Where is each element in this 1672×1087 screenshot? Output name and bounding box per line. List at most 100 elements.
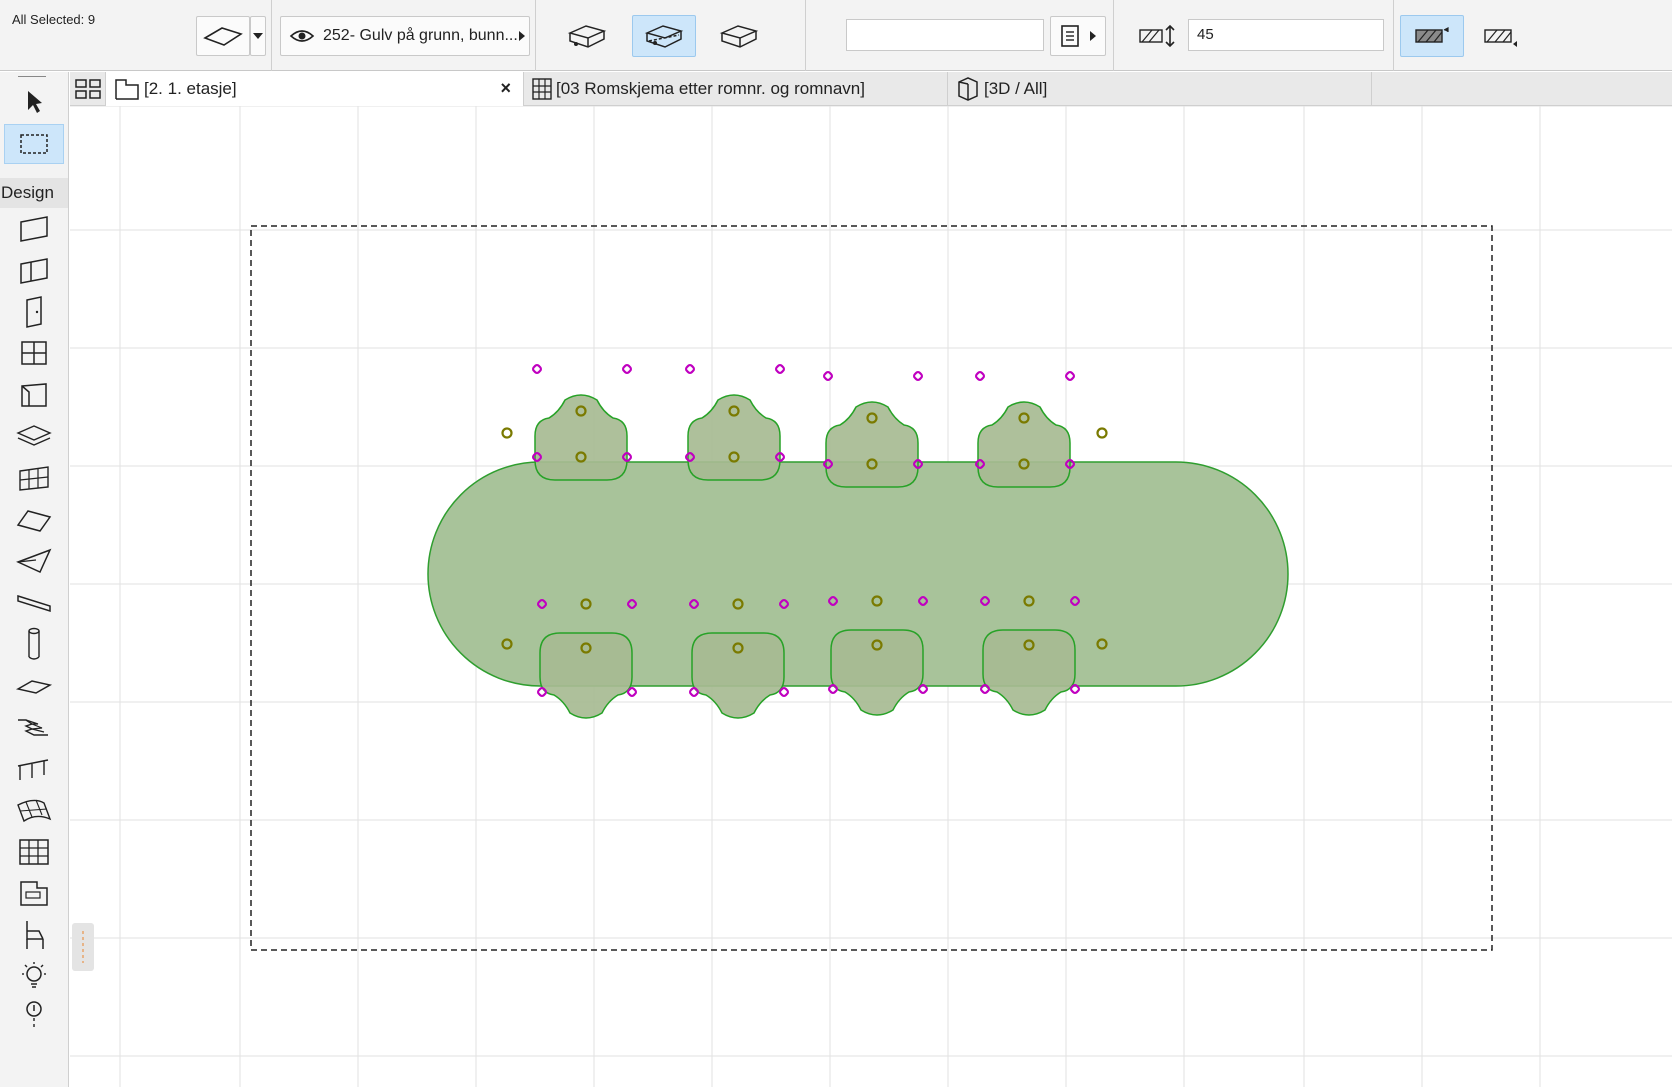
surface-hatch-icon bbox=[1415, 27, 1449, 43]
tab-overview-button[interactable] bbox=[70, 72, 106, 106]
geometry-option-3[interactable] bbox=[712, 16, 766, 56]
bounding-hotspot[interactable] bbox=[531, 363, 543, 375]
window-icon bbox=[21, 341, 47, 365]
close-icon[interactable]: × bbox=[500, 78, 511, 99]
text-section bbox=[806, 0, 1114, 71]
hotspot-node[interactable] bbox=[1096, 427, 1108, 439]
grid-icon bbox=[19, 839, 49, 865]
slab-tool[interactable] bbox=[4, 416, 64, 456]
bounding-hotspot[interactable] bbox=[684, 363, 696, 375]
tab-floor-plan[interactable]: [2. 1. etasje] × bbox=[106, 72, 524, 106]
mesh-tool[interactable] bbox=[4, 790, 64, 830]
door-icon bbox=[26, 296, 42, 328]
skylight-icon bbox=[21, 383, 47, 407]
geometry-option-2[interactable] bbox=[632, 15, 696, 57]
zone-tool[interactable] bbox=[4, 873, 64, 913]
stair-tool[interactable] bbox=[4, 707, 64, 747]
chair-icon bbox=[26, 921, 44, 949]
column-tool[interactable] bbox=[4, 624, 64, 664]
design-section-label[interactable]: Design bbox=[0, 178, 68, 208]
zone-icon bbox=[20, 881, 48, 906]
roof-tool[interactable] bbox=[4, 500, 64, 540]
bounding-hotspot[interactable] bbox=[774, 363, 786, 375]
stair-icon bbox=[18, 719, 48, 736]
railing-tool[interactable] bbox=[4, 749, 64, 789]
tab-label: [2. 1. etasje] bbox=[144, 79, 237, 98]
bounding-hotspot[interactable] bbox=[912, 370, 924, 382]
floor-plan-icon bbox=[114, 77, 140, 101]
curtain-wall-icon bbox=[19, 466, 49, 491]
mesh-icon bbox=[17, 799, 52, 823]
chair[interactable] bbox=[691, 632, 785, 719]
window-tool[interactable] bbox=[4, 333, 64, 373]
slab-icon bbox=[203, 27, 243, 46]
tab-schedule[interactable]: [03 Romskjema etter romnr. og romnavn] bbox=[524, 72, 948, 106]
bounding-hotspot[interactable] bbox=[822, 370, 834, 382]
hotspot-node[interactable] bbox=[501, 427, 513, 439]
thickness-input[interactable]: 45 bbox=[1188, 19, 1384, 51]
toolbox: Design bbox=[0, 72, 69, 1087]
floor-plan-canvas[interactable] bbox=[70, 106, 1672, 1087]
surface-hatch-button[interactable] bbox=[1400, 15, 1464, 57]
curtain-panel-icon bbox=[20, 258, 48, 284]
chair[interactable] bbox=[687, 394, 781, 481]
grid-element-tool[interactable] bbox=[4, 832, 64, 872]
lamp-tool[interactable] bbox=[4, 956, 64, 996]
curtain-panel-tool[interactable] bbox=[4, 251, 64, 291]
bounding-hotspot[interactable] bbox=[974, 370, 986, 382]
curtain-wall-tool[interactable] bbox=[4, 458, 64, 498]
thickness-icon bbox=[1139, 24, 1175, 48]
slab-top-reference-icon bbox=[567, 25, 607, 48]
column-icon bbox=[28, 627, 40, 660]
skylight-tool[interactable] bbox=[4, 375, 64, 415]
element-type-button[interactable] bbox=[196, 16, 250, 56]
floor-plan-drawing[interactable] bbox=[70, 106, 1672, 1087]
geometry-option-1[interactable] bbox=[560, 16, 614, 56]
chair[interactable] bbox=[534, 394, 628, 481]
beam-tool[interactable] bbox=[4, 583, 64, 623]
tab-3d[interactable]: [3D / All] bbox=[948, 72, 1372, 106]
shell-tool[interactable] bbox=[4, 541, 64, 581]
chair[interactable] bbox=[539, 632, 633, 719]
info-box: All Selected: 9 252- Gulv på grunn, bunn… bbox=[0, 0, 1672, 71]
marquee-icon bbox=[20, 134, 48, 154]
document-arrow-icon bbox=[1090, 31, 1096, 41]
panel-resize-handle[interactable] bbox=[72, 923, 94, 971]
element-type-dropdown[interactable] bbox=[250, 16, 266, 56]
chair[interactable] bbox=[825, 401, 919, 488]
layer-selector[interactable]: 252- Gulv på grunn, bunn... bbox=[280, 16, 530, 56]
arrow-tool[interactable] bbox=[4, 82, 64, 122]
tab-bar: [2. 1. etasje] × [03 Romskjema etter rom… bbox=[70, 72, 1672, 106]
bounding-hotspot[interactable] bbox=[621, 363, 633, 375]
eye-icon bbox=[289, 30, 315, 42]
info-text-field[interactable] bbox=[846, 19, 1044, 51]
lightbulb-icon bbox=[22, 962, 46, 988]
tab-label: [03 Romskjema etter romnr. og romnavn] bbox=[556, 79, 865, 98]
more-tools[interactable] bbox=[4, 996, 64, 1036]
cut-fill-button[interactable] bbox=[1474, 16, 1528, 56]
selection-section: All Selected: 9 bbox=[0, 0, 272, 71]
thickness-section: 45 bbox=[1114, 0, 1394, 71]
flat-slab-icon bbox=[15, 680, 53, 694]
bounding-hotspot[interactable] bbox=[1064, 370, 1076, 382]
beam-icon bbox=[17, 594, 51, 613]
tab-label: [3D / All] bbox=[984, 79, 1048, 98]
layer-name: 252- Gulv på grunn, bunn... bbox=[323, 27, 518, 44]
document-icon bbox=[1061, 25, 1079, 47]
slab-bottom-reference-icon bbox=[719, 25, 759, 48]
wall-icon bbox=[20, 216, 48, 242]
slab-flat-tool[interactable] bbox=[4, 666, 64, 706]
railing-icon bbox=[17, 759, 49, 780]
marquee-tool[interactable] bbox=[4, 124, 64, 164]
surface-section bbox=[1394, 0, 1672, 71]
shell-icon bbox=[16, 548, 52, 573]
object-tool[interactable] bbox=[4, 915, 64, 955]
cut-fill-icon bbox=[1484, 29, 1517, 47]
layer-arrow-icon bbox=[519, 31, 525, 41]
wall-tool[interactable] bbox=[4, 209, 64, 249]
document-button[interactable] bbox=[1050, 16, 1106, 56]
chair[interactable] bbox=[977, 401, 1071, 488]
slab-core-reference-icon bbox=[644, 25, 684, 48]
door-tool[interactable] bbox=[4, 292, 64, 332]
tab-grid-icon bbox=[74, 79, 101, 99]
